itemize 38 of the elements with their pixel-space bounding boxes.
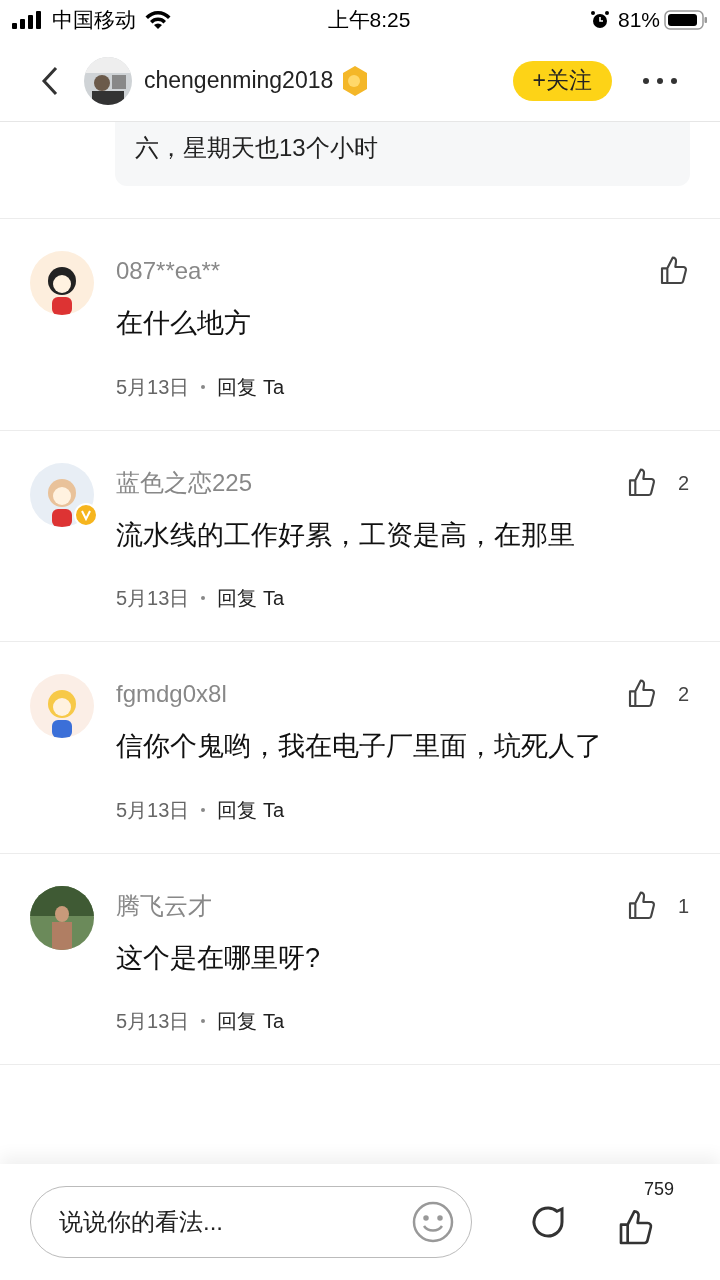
clock-time: 上午8:25 bbox=[326, 7, 412, 34]
commenter-name[interactable]: 腾飞云才 bbox=[116, 887, 626, 924]
follow-button[interactable]: +关注 bbox=[512, 60, 612, 101]
wifi-icon bbox=[144, 10, 172, 30]
thumbs-up-icon[interactable] bbox=[626, 889, 658, 922]
comment-text: 在什么地方 bbox=[116, 307, 252, 340]
reply-link[interactable]: 回复 Ta bbox=[217, 1006, 285, 1036]
commenter-name[interactable]: 蓝色之恋225 bbox=[116, 464, 626, 501]
thumbs-up-icon[interactable] bbox=[658, 255, 690, 287]
like-count: 2 bbox=[678, 682, 690, 707]
comment-date: 5月13日 bbox=[116, 374, 190, 400]
signal-icon bbox=[12, 10, 44, 30]
like-count: 2 bbox=[678, 470, 690, 496]
back-icon[interactable] bbox=[40, 64, 60, 97]
comment-text: 信你个鬼哟，我在电子厂里面，坑死人了 bbox=[116, 730, 603, 763]
emoji-icon[interactable] bbox=[411, 1200, 455, 1244]
like-total: 759 bbox=[644, 1178, 675, 1201]
carrier-name: 中国移动 bbox=[52, 7, 136, 34]
alarm-icon bbox=[589, 10, 610, 30]
comment-date: 5月13日 bbox=[116, 1009, 190, 1034]
reply-link[interactable]: 回复 Ta bbox=[217, 371, 285, 402]
comment-input-field[interactable]: 说说你的看法... bbox=[59, 1204, 411, 1240]
battery-icon bbox=[664, 8, 708, 32]
thumbs-up-icon[interactable] bbox=[626, 678, 658, 710]
reply-link[interactable]: 回复 Ta bbox=[217, 583, 285, 613]
reply-link[interactable]: 回复 Ta bbox=[217, 794, 285, 825]
comment-date: 5月13日 bbox=[116, 797, 190, 823]
commenter-name[interactable]: 087**ea** bbox=[116, 253, 658, 289]
quoted-text: 六，星期天也13个小时 bbox=[135, 134, 378, 161]
battery-percent: 81% bbox=[617, 7, 660, 34]
thumbs-up-icon[interactable] bbox=[626, 466, 658, 499]
comment-text: 这个是在哪里呀? bbox=[116, 941, 322, 975]
username[interactable]: chengenming2018 bbox=[144, 63, 334, 98]
commenter-name[interactable]: fgmdg0x8l bbox=[116, 676, 626, 712]
comment-date: 5月13日 bbox=[116, 586, 190, 611]
like-count: 1 bbox=[678, 893, 690, 919]
comment-text: 流水线的工作好累，工资是高，在那里 bbox=[116, 518, 576, 552]
level-badge-icon bbox=[341, 64, 370, 97]
